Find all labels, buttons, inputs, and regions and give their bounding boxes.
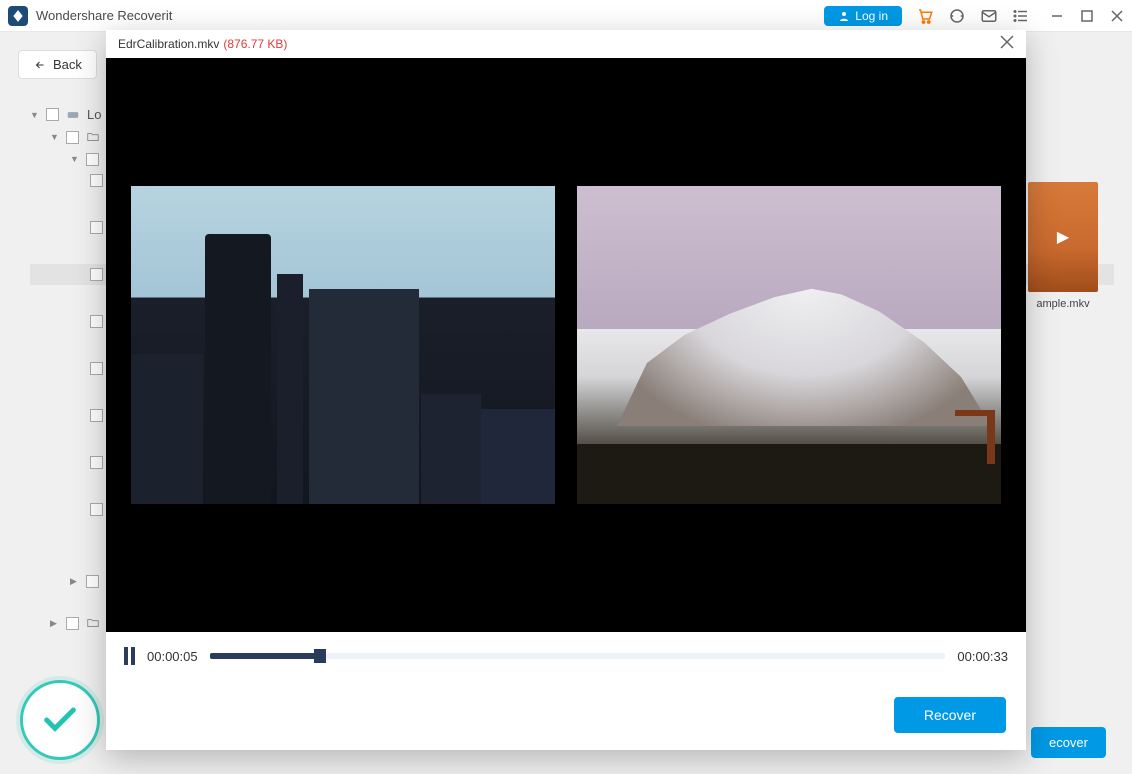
modal-close-button[interactable] [1000,35,1014,54]
play-icon: ▶ [1057,227,1069,247]
check-icon [40,700,80,740]
caret-right-icon: ▶ [50,618,60,629]
tree-label: Lo [87,107,101,122]
checkbox[interactable] [46,108,59,121]
pause-button[interactable] [124,647,135,665]
window-controls [1050,9,1124,23]
checkbox[interactable] [90,362,103,375]
login-button[interactable]: Log in [824,6,902,26]
recover-button[interactable]: Recover [894,697,1006,733]
back-label: Back [53,57,82,72]
close-icon [1000,35,1014,49]
login-label: Log in [855,9,888,23]
minimize-button[interactable] [1050,9,1064,23]
seek-track[interactable] [210,653,946,659]
back-button[interactable]: Back [18,50,97,79]
checkbox[interactable] [66,617,79,630]
current-time: 00:00:05 [147,649,198,664]
checkbox[interactable] [90,315,103,328]
folder-icon [85,616,101,630]
caret-down-icon: ▼ [70,154,80,164]
file-thumbnail[interactable]: ▶ ample.mkv [1028,182,1098,310]
list-icon[interactable] [1012,7,1030,25]
preview-filesize: (876.77 KB) [223,37,287,51]
checkbox[interactable] [90,268,103,281]
modal-header: EdrCalibration.mkv (876.77 KB) [106,30,1026,58]
video-preview-area [106,58,1026,632]
user-icon [838,10,850,22]
preview-filename: EdrCalibration.mkv [118,37,219,51]
seek-fill [210,653,320,659]
cart-icon[interactable] [916,7,934,25]
caret-right-icon: ▶ [70,576,80,587]
seek-thumb[interactable] [314,649,326,663]
checkbox[interactable] [66,131,79,144]
app-title: Wondershare Recoverit [36,8,824,23]
total-time: 00:00:33 [957,649,1008,664]
titlebar-actions: Log in [824,6,1124,26]
video-frame-left [131,186,555,504]
folder-icon [85,130,101,144]
support-icon[interactable] [948,7,966,25]
modal-footer: Recover [106,680,1026,750]
close-button[interactable] [1110,9,1124,23]
titlebar: Wondershare Recoverit Log in [0,0,1132,32]
caret-down-icon: ▼ [50,132,60,142]
app-logo-icon [8,6,28,26]
caret-down-icon: ▼ [30,110,40,120]
mail-icon[interactable] [980,7,998,25]
preview-modal: EdrCalibration.mkv (876.77 KB) 00:00:05 [106,30,1026,750]
thumbnail-label: ample.mkv [1028,298,1098,310]
checkbox[interactable] [86,575,99,588]
checkbox[interactable] [86,153,99,166]
checkbox[interactable] [90,503,103,516]
maximize-button[interactable] [1080,9,1094,23]
scan-complete-indicator [20,680,100,760]
checkbox[interactable] [90,409,103,422]
drive-icon [65,108,81,122]
playback-controls: 00:00:05 00:00:33 [106,632,1026,680]
recover-button-bg[interactable]: ecover [1031,727,1106,758]
video-frame-right [577,186,1001,504]
arrow-left-icon [33,59,47,71]
checkbox[interactable] [90,221,103,234]
checkbox[interactable] [90,456,103,469]
thumbnail-image: ▶ [1028,182,1098,292]
checkbox[interactable] [90,174,103,187]
